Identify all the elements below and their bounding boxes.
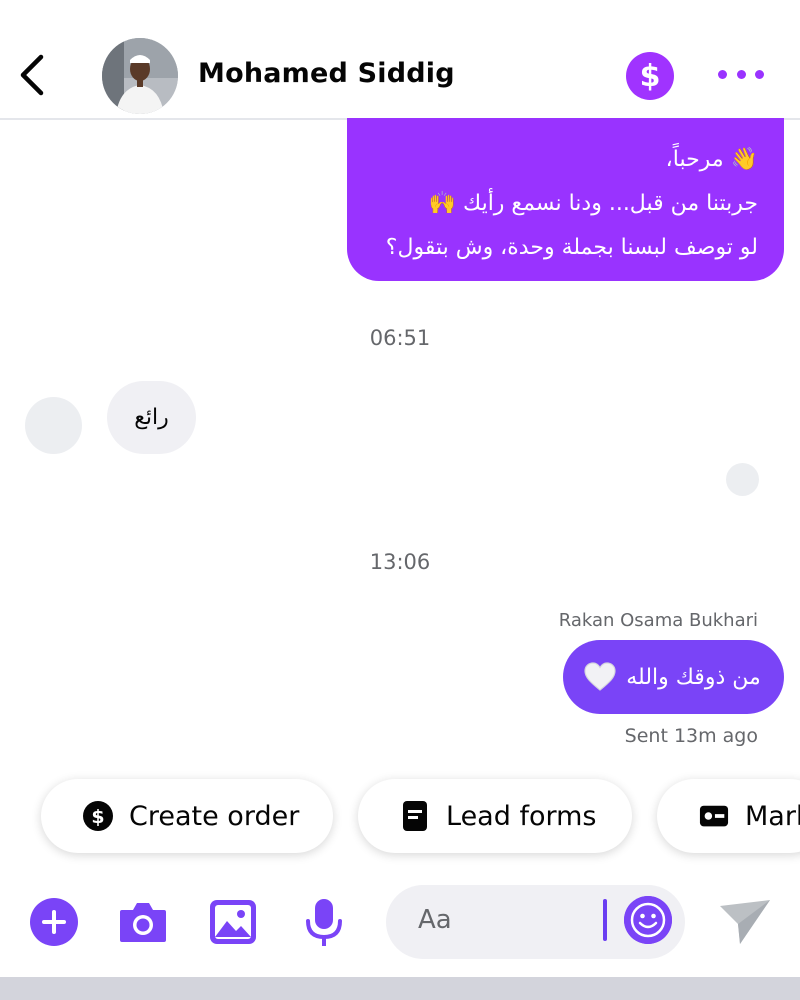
chevron-left-icon <box>20 54 44 96</box>
contact-name[interactable]: Mohamed Siddig <box>198 58 455 89</box>
more-options-button[interactable] <box>718 56 764 92</box>
read-receipt-avatar <box>726 463 759 496</box>
back-button[interactable] <box>14 52 50 98</box>
chip-label: Lead forms <box>446 800 597 832</box>
more-dots-icon <box>718 69 727 79</box>
create-order-button[interactable]: $ Create order <box>41 779 333 853</box>
microphone-icon <box>306 899 342 946</box>
more-dot <box>755 69 764 79</box>
incoming-message-bubble[interactable]: رائع <box>107 381 196 454</box>
message-text: رائع <box>134 405 169 430</box>
send-icon <box>720 900 770 944</box>
chip-label: Create order <box>129 800 300 832</box>
gallery-button[interactable] <box>208 897 258 947</box>
chip-label: Mark <box>745 800 800 832</box>
send-button[interactable] <box>718 896 774 948</box>
message-timestamp: 06:51 <box>369 326 431 350</box>
message-text: من ذوقك والله <box>626 664 761 690</box>
payment-button[interactable]: $ <box>626 52 674 100</box>
lead-forms-button[interactable]: Lead forms <box>358 779 632 853</box>
white-heart-icon <box>584 662 616 692</box>
outgoing-message-bubble[interactable]: 👋 مرحباً، جربتنا من قبل... ودنا نسمع رأي… <box>347 118 784 281</box>
delivery-status: Sent 13m ago <box>624 725 758 747</box>
sender-name: Rakan Osama Bukhari <box>558 610 758 631</box>
more-dot <box>736 69 746 79</box>
mark-button[interactable]: Mark <box>657 779 800 853</box>
message-input-placeholder: Aa <box>418 905 452 935</box>
dollar-icon: $ <box>639 58 661 94</box>
emoji-button[interactable] <box>624 896 672 944</box>
text-caret <box>603 899 607 941</box>
dollar-circle-icon: $ <box>83 801 113 831</box>
message-timestamp: 13:06 <box>369 550 431 574</box>
camera-button[interactable] <box>118 897 168 947</box>
plus-icon <box>30 898 78 946</box>
keyboard-edge <box>0 977 800 1000</box>
sender-avatar[interactable] <box>25 397 82 454</box>
image-icon <box>210 900 256 944</box>
message-line: لو توصف لبسنا بجملة وحدة، وش بتقول؟ <box>385 235 758 260</box>
emoji-icon <box>624 896 672 944</box>
message-line: 👋 مرحباً، <box>665 147 758 172</box>
card-icon <box>699 801 729 831</box>
svg-text:$: $ <box>91 806 104 828</box>
contact-photo <box>102 38 178 114</box>
camera-icon <box>120 903 166 942</box>
contact-avatar[interactable] <box>102 38 178 114</box>
voice-button[interactable] <box>299 897 349 947</box>
outgoing-message-bubble[interactable]: من ذوقك والله <box>563 640 784 714</box>
form-icon <box>400 801 430 831</box>
message-line: جربتنا من قبل... ودنا نسمع رأيك 🙌 <box>428 191 758 216</box>
plus-button[interactable] <box>29 897 79 947</box>
conversation-header: Mohamed Siddig $ <box>0 0 800 120</box>
